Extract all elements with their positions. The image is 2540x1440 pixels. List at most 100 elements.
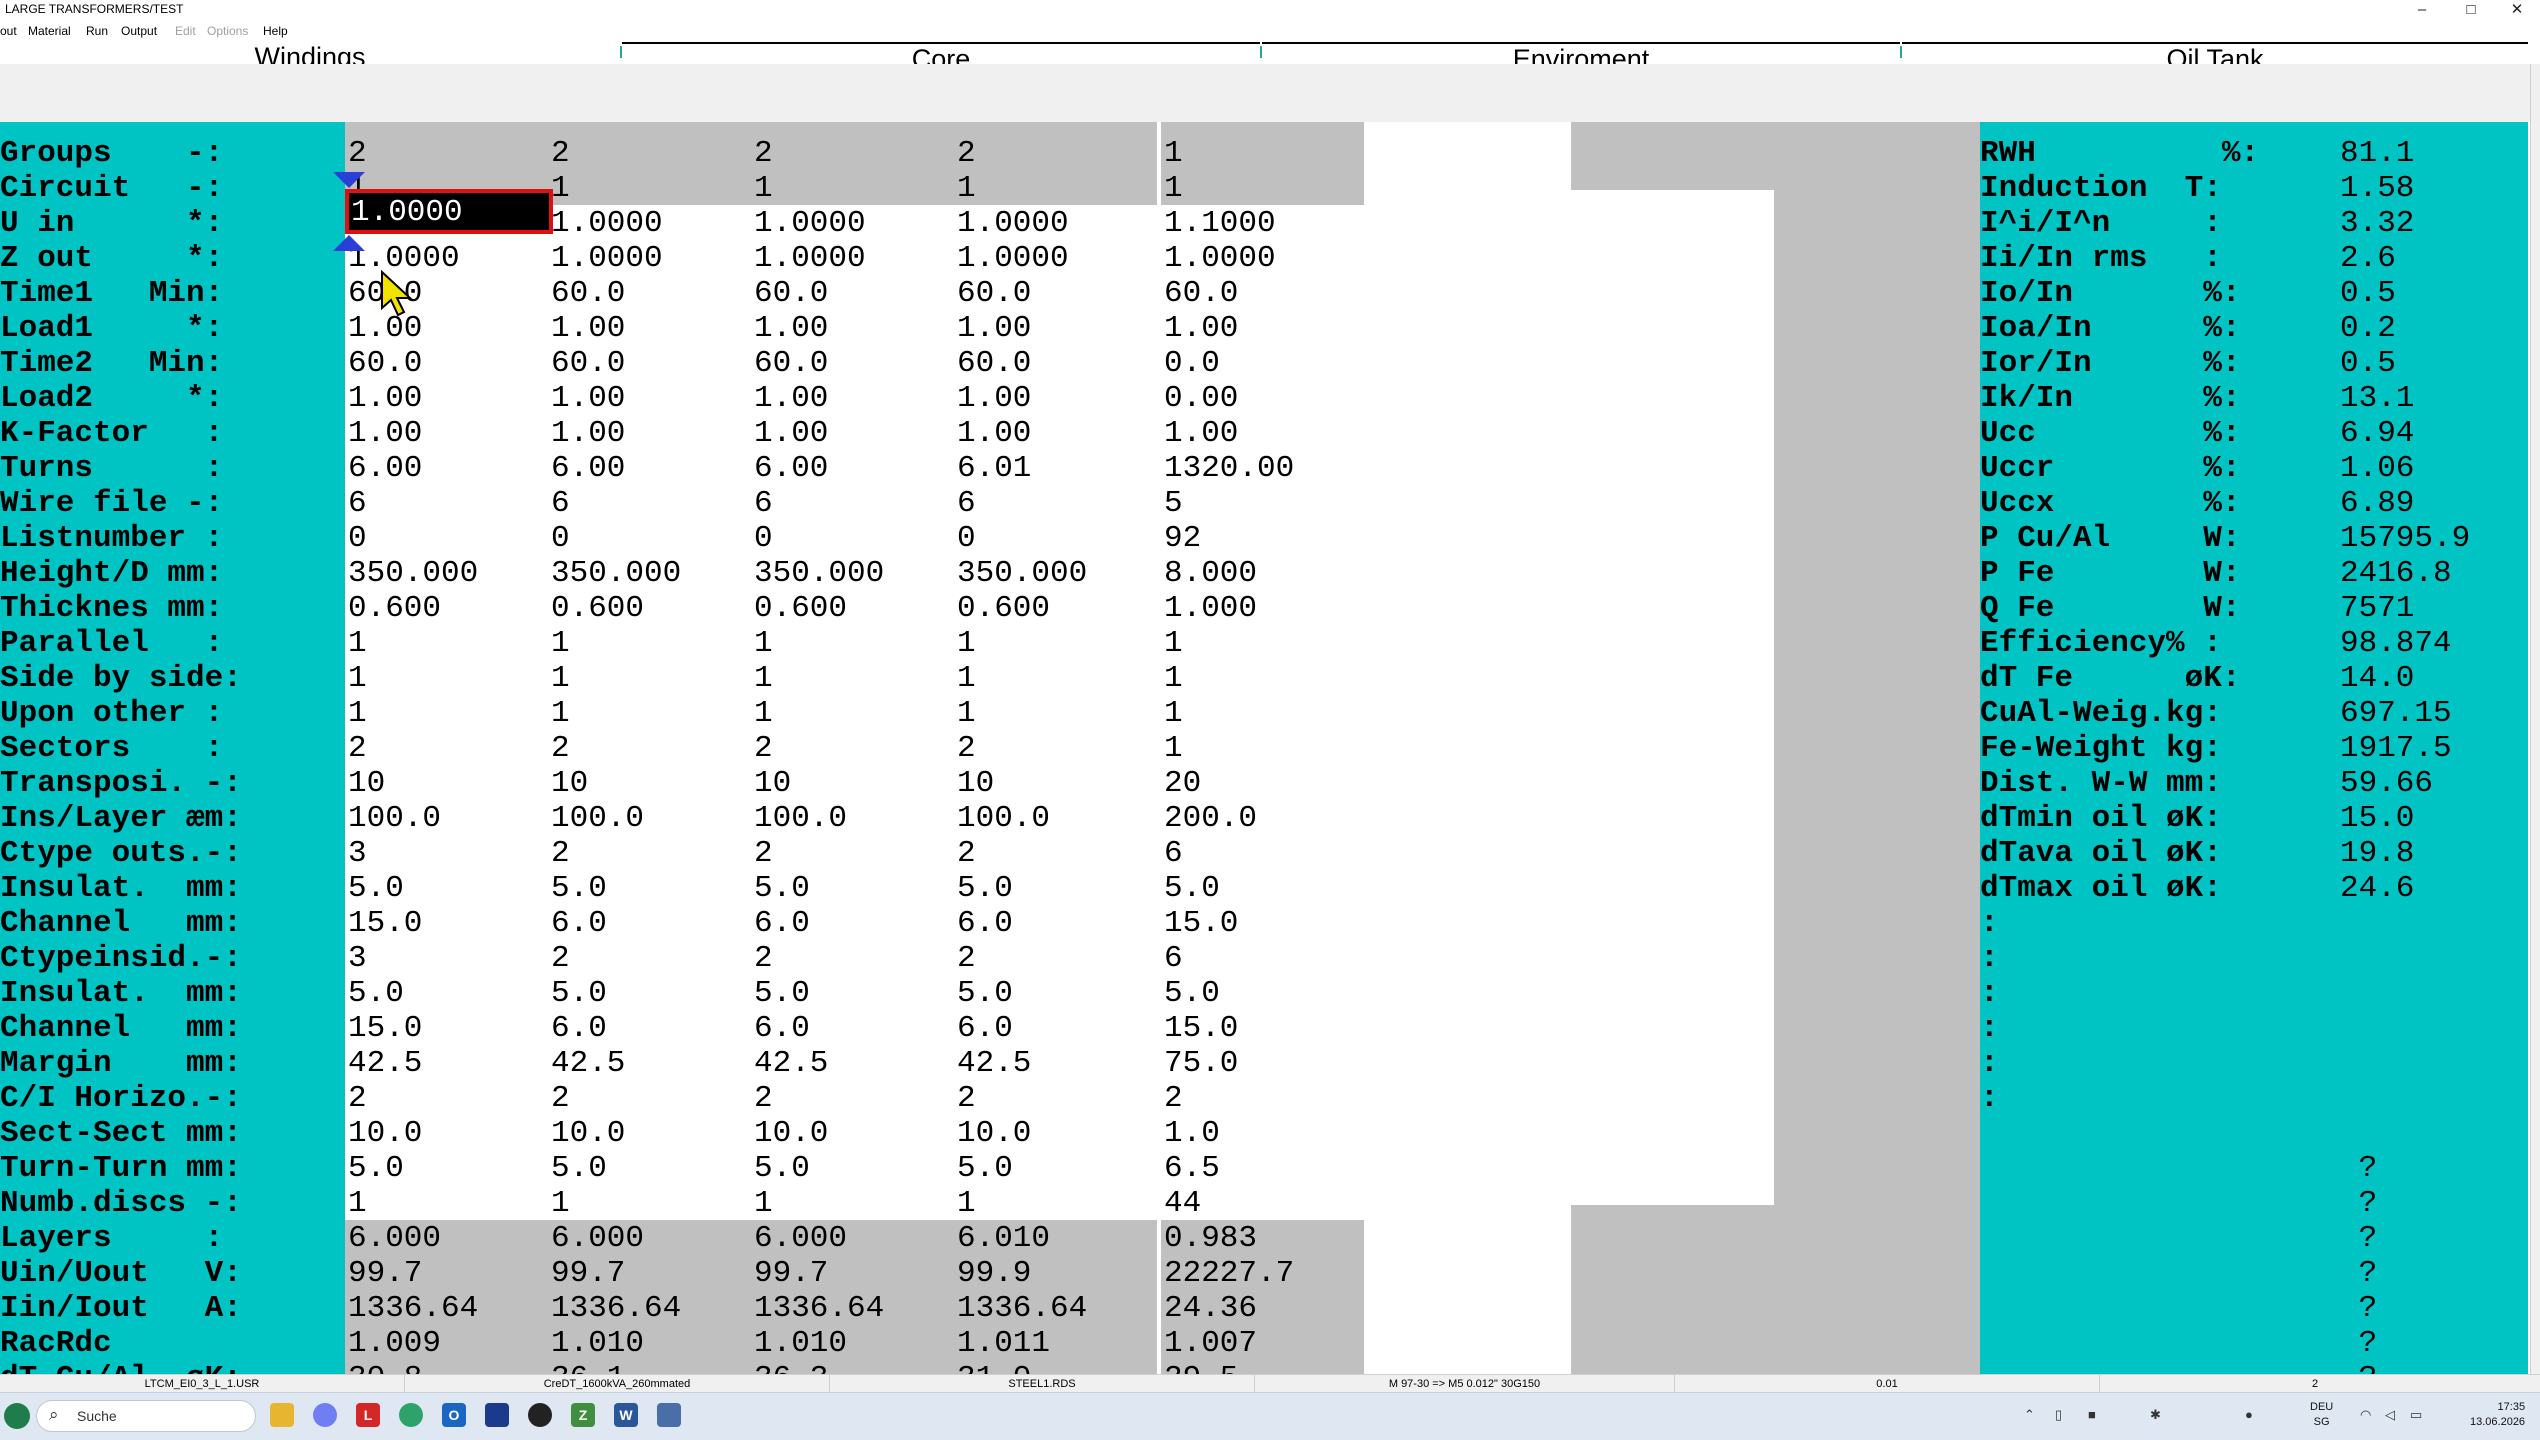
winding-1-cell[interactable]: 2 <box>348 1081 367 1116</box>
winding-5-cell[interactable]: 92 <box>1164 521 1201 556</box>
winding-4-cell[interactable]: 1.0000 <box>957 241 1069 276</box>
winding-5-cell[interactable]: 1 <box>1164 696 1183 731</box>
winding-2-cell[interactable]: 6.0 <box>551 906 607 941</box>
winding-2-cell[interactable]: 1.00 <box>551 416 625 451</box>
language-indicator[interactable]: DEU SG <box>2310 1400 2333 1430</box>
winding-2-cell[interactable]: 1 <box>551 661 570 696</box>
tab-oil-tank[interactable]: Oil Tank <box>1902 42 2528 64</box>
winding-3-cell[interactable]: 1 <box>754 696 773 731</box>
winding-4-cell[interactable]: 60.0 <box>957 276 1031 311</box>
menu-run[interactable]: Run <box>86 24 108 38</box>
winding-1-cell[interactable]: 60.0 <box>348 346 422 381</box>
winding-4-cell[interactable]: 10.0 <box>957 1116 1031 1151</box>
minimize-button[interactable]: – <box>2403 0 2441 20</box>
winding-3-cell[interactable]: 42.5 <box>754 1046 828 1081</box>
winding-5-cell[interactable]: 15.0 <box>1164 906 1238 941</box>
winding-1-cell[interactable]: 350.000 <box>348 556 478 591</box>
active-cell-editor[interactable]: 1.0000 <box>345 189 553 234</box>
winding-5-cell[interactable]: 0.00 <box>1164 381 1238 416</box>
winding-2-cell[interactable]: 6.0 <box>551 1011 607 1046</box>
winding-3-cell[interactable]: 5.0 <box>754 1151 810 1186</box>
winding-3-cell[interactable]: 1.0000 <box>754 206 866 241</box>
winding-1-cell[interactable]: 15.0 <box>348 1011 422 1046</box>
winding-3-cell[interactable]: 60.0 <box>754 276 828 311</box>
transformer-app-icon[interactable] <box>657 1403 681 1427</box>
winding-5-cell[interactable]: 8.000 <box>1164 556 1257 591</box>
winding-5-cell[interactable]: 1.1000 <box>1164 206 1276 241</box>
winding-4-cell[interactable]: 2 <box>957 836 976 871</box>
winding-3-cell[interactable]: 5.0 <box>754 871 810 906</box>
winding-4-cell[interactable]: 1.0000 <box>957 206 1069 241</box>
winding-4-cell[interactable]: 2 <box>957 731 976 766</box>
winding-2-cell[interactable]: 1.00 <box>551 381 625 416</box>
winding-1-cell[interactable]: 1.00 <box>348 416 422 451</box>
winding-5-cell[interactable]: 5.0 <box>1164 871 1220 906</box>
winding-4-cell[interactable]: 6.01 <box>957 451 1031 486</box>
winding-4-cell[interactable]: 1.00 <box>957 381 1031 416</box>
winding-3-cell[interactable]: 2 <box>754 836 773 871</box>
winding-3-cell[interactable]: 1.00 <box>754 381 828 416</box>
winding-5-cell[interactable]: 15.0 <box>1164 1011 1238 1046</box>
winding-5-cell[interactable]: 1 <box>1164 731 1183 766</box>
winding-5-cell[interactable]: 6 <box>1164 941 1183 976</box>
winding-3-cell[interactable]: 60.0 <box>754 346 828 381</box>
winding-4-cell[interactable]: 5.0 <box>957 871 1013 906</box>
winding-2-cell[interactable]: 1.0000 <box>551 241 663 276</box>
winding-3-cell[interactable]: 1.0000 <box>754 241 866 276</box>
winding-1-cell[interactable]: 42.5 <box>348 1046 422 1081</box>
winding-1-cell[interactable]: 0 <box>348 521 367 556</box>
winding-3-cell[interactable]: 2 <box>754 1081 773 1116</box>
winding-1-cell[interactable]: 3 <box>348 941 367 976</box>
winding-2-cell[interactable]: 1 <box>551 626 570 661</box>
winding-5-cell[interactable]: 2 <box>1164 1081 1183 1116</box>
outlook-icon[interactable]: O <box>442 1403 466 1427</box>
winding-3-cell[interactable]: 1.00 <box>754 416 828 451</box>
winding-4-cell[interactable]: 1 <box>957 661 976 696</box>
winding-2-cell[interactable]: 60.0 <box>551 276 625 311</box>
winding-5-cell[interactable]: 0.0 <box>1164 346 1220 381</box>
winding-3-cell[interactable]: 5.0 <box>754 976 810 1011</box>
winding-5-cell[interactable]: 5 <box>1164 486 1183 521</box>
winding-3-cell[interactable]: 6.0 <box>754 1011 810 1046</box>
winding-2-cell[interactable]: 6 <box>551 486 570 521</box>
winding-5-cell[interactable]: 6.5 <box>1164 1151 1220 1186</box>
app-z-icon[interactable]: Z <box>571 1403 595 1427</box>
tray-usb-icon[interactable]: ▯ <box>2055 1407 2062 1423</box>
winding-3-cell[interactable]: 1 <box>754 661 773 696</box>
winding-3-cell[interactable]: 350.000 <box>754 556 884 591</box>
winding-1-cell[interactable]: 1 <box>348 1186 367 1221</box>
winding-5-cell[interactable]: 1 <box>1164 661 1183 696</box>
winding-4-cell[interactable]: 60.0 <box>957 346 1031 381</box>
tray-app-icon[interactable]: ■ <box>2088 1407 2096 1422</box>
menu-help[interactable]: Help <box>263 24 288 38</box>
winding-5-cell[interactable]: 6 <box>1164 836 1183 871</box>
winding-4-cell[interactable]: 1.00 <box>957 416 1031 451</box>
winding-1-cell[interactable]: 1 <box>348 696 367 731</box>
winding-2-cell[interactable]: 100.0 <box>551 801 644 836</box>
winding-5-cell[interactable]: 20 <box>1164 766 1201 801</box>
menu-material[interactable]: Material <box>28 24 71 38</box>
winding-2-cell[interactable]: 2 <box>551 731 570 766</box>
winding-1-cell[interactable]: 15.0 <box>348 906 422 941</box>
winding-2-cell[interactable]: 1 <box>551 696 570 731</box>
winding-5-cell[interactable]: 200.0 <box>1164 801 1257 836</box>
winding-3-cell[interactable]: 6.0 <box>754 906 810 941</box>
winding-2-cell[interactable]: 2 <box>551 941 570 976</box>
winding-3-cell[interactable]: 0.600 <box>754 591 847 626</box>
menu-input[interactable]: out <box>0 24 17 38</box>
winding-3-cell[interactable]: 6 <box>754 486 773 521</box>
winding-4-cell[interactable]: 0.600 <box>957 591 1050 626</box>
winding-2-cell[interactable]: 10 <box>551 766 588 801</box>
winding-2-cell[interactable]: 2 <box>551 836 570 871</box>
winding-2-cell[interactable]: 10.0 <box>551 1116 625 1151</box>
winding-5-cell[interactable]: 1.0 <box>1164 1116 1220 1151</box>
winding-4-cell[interactable]: 5.0 <box>957 1151 1013 1186</box>
winding-3-cell[interactable]: 1 <box>754 626 773 661</box>
winding-5-cell[interactable]: 60.0 <box>1164 276 1238 311</box>
copilot-icon[interactable] <box>313 1403 337 1427</box>
winding-3-cell[interactable]: 6.00 <box>754 451 828 486</box>
tab-windings[interactable]: Windings <box>0 42 620 64</box>
battery-icon[interactable]: ▭ <box>2410 1407 2422 1423</box>
winding-5-cell[interactable]: 1320.00 <box>1164 451 1294 486</box>
winding-3-cell[interactable]: 0 <box>754 521 773 556</box>
